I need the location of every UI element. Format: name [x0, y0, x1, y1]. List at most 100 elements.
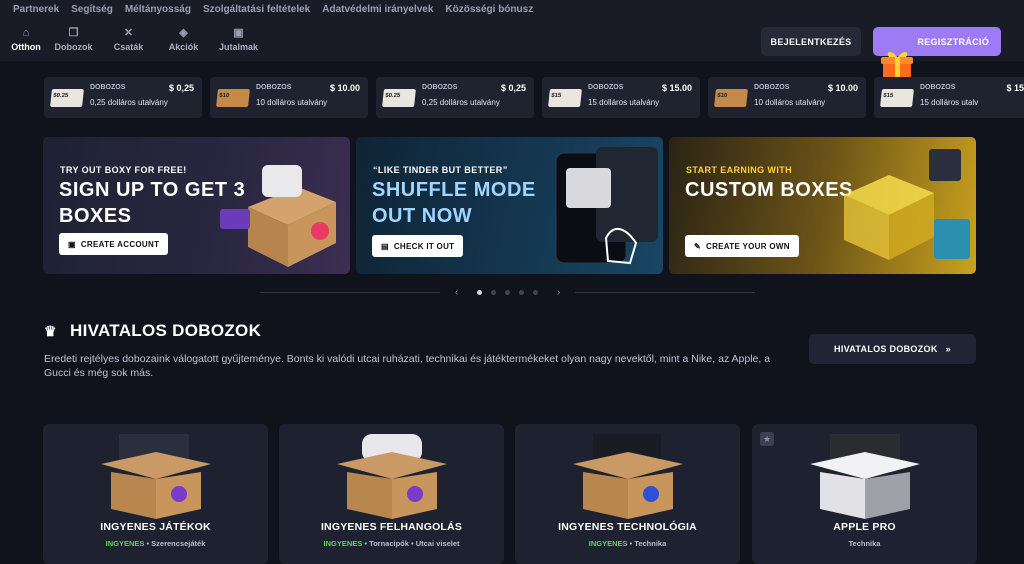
pager-dot[interactable]	[477, 290, 482, 295]
ticker-item-name: 10 dolláros utalvány	[754, 98, 826, 107]
login-button[interactable]: BEJELENTKEZÉS	[761, 27, 861, 56]
box-card-apple-pro[interactable]: ★ APPLE PRO Technika	[752, 424, 977, 564]
link-help[interactable]: Segítség	[71, 4, 113, 15]
nav-rewards-label: Jutalmak	[218, 42, 259, 52]
official-boxes-label: HIVATALOS DOBOZOK	[834, 344, 938, 354]
pager-dot[interactable]	[491, 290, 496, 295]
pager-line-left	[260, 292, 440, 293]
link-partners[interactable]: Partnerek	[13, 4, 59, 15]
card-tag: Szerencsejáték	[151, 539, 206, 548]
box-illustration	[572, 434, 683, 519]
voucher-thumb-label: $15	[882, 93, 894, 99]
nav-home[interactable]: ⌂ Otthon	[6, 27, 46, 52]
ticker-item[interactable]: $10 DOBOZOS $ 10.00 10 dolláros utalvány	[708, 77, 866, 118]
pager-dot[interactable]	[519, 290, 524, 295]
voucher-thumbnail: $10	[714, 89, 748, 107]
link-privacy[interactable]: Adatvédelmi irányelvek	[322, 4, 433, 15]
star-icon[interactable]: ★	[760, 432, 774, 446]
banner-signup-kicker: TRY OUT BOXY FOR FREE!	[60, 165, 187, 175]
box-card-free-games[interactable]: INGYENES JÁTÉKOK INGYENES • Szerencseját…	[43, 424, 268, 564]
create-your-own-button[interactable]: ✎ CREATE YOUR OWN	[685, 235, 799, 257]
ticker-item-name: 15 dolláros utalvány	[588, 98, 660, 107]
banner-shuffle-headline: SHUFFLE MODE OUT NOW	[372, 177, 572, 229]
box-card-free-hype[interactable]: INGYENES FELHANGOLÁS INGYENES • Tornacip…	[279, 424, 504, 564]
ticker-price: $ 10.00	[827, 83, 858, 93]
nav-battles[interactable]: ✕ Csaták	[101, 27, 156, 52]
phone-cards-illustration	[555, 147, 658, 265]
ticker-item-name: 10 dolláros utalvány	[256, 98, 328, 107]
link-terms[interactable]: Szolgáltatási feltételek	[203, 4, 310, 15]
section-description: Eredeti rejtélyes dobozaink válogatott g…	[44, 353, 771, 379]
ticker-category: DOBOZOS	[588, 84, 624, 91]
ticker-category: DOBOZOS	[920, 84, 956, 91]
pager-dot[interactable]	[505, 290, 510, 295]
section-title: HIVATALOS DOBOZOK	[70, 321, 262, 340]
chevron-left-icon[interactable]: ‹	[455, 287, 458, 298]
ticker-category: DOBOZOS	[90, 84, 126, 91]
chevron-right-icon[interactable]: ›	[557, 287, 560, 298]
link-fairness[interactable]: Méltányosság	[125, 4, 191, 15]
ticker-item[interactable]: $15 DOBOZOS $ 15.00 15 dolláros utalvány	[542, 77, 700, 118]
create-account-button[interactable]: ▣ CREATE ACCOUNT	[59, 233, 169, 255]
nav-boxes[interactable]: ❒ Dobozok	[46, 27, 101, 52]
voucher-thumbnail: $15	[548, 89, 582, 107]
create-your-own-label: CREATE YOUR OWN	[706, 241, 790, 251]
box-illustration	[100, 434, 211, 519]
pager-line-right	[575, 292, 755, 293]
official-boxes-button[interactable]: HIVATALOS DOBOZOK »	[809, 334, 976, 364]
voucher-thumb-label: $0.25	[52, 93, 69, 99]
link-community-bonus[interactable]: Közösségi bónusz	[445, 4, 533, 15]
crown-icon: ♛	[44, 322, 57, 339]
ticker-item-name: 15 dolláros utalv	[920, 98, 979, 107]
ticker-item[interactable]: $0.25 DOBOZOS $ 0,25 0,25 dolláros utalvány	[376, 77, 534, 118]
banner-custom[interactable]: START EARNING WITH CUSTOM BOXES ✎ CREATE…	[669, 137, 976, 274]
ticker-price: $ 15.00	[661, 83, 692, 93]
nav-deals-label: Akciók	[168, 42, 199, 52]
nav-boxes-label: Dobozok	[54, 42, 93, 52]
nav-deals[interactable]: ◈ Akciók	[156, 27, 211, 52]
voucher-thumbnail: $15	[880, 89, 914, 107]
box-illustration	[336, 434, 447, 519]
banner-signup[interactable]: TRY OUT BOXY FOR FREE! SIGN UP TO GET 3 …	[43, 137, 350, 274]
boxes-illustration	[220, 165, 336, 267]
ticker-item[interactable]: $10 DOBOZOS $ 10.00 10 dolláros utalvány	[210, 77, 368, 118]
card-tags: INGYENES • Tornacipők • Utcai viselet	[323, 539, 460, 548]
carousel-pager: ‹ ›	[0, 287, 1024, 299]
nav-rewards[interactable]: ▣ Jutalmak	[211, 27, 266, 52]
home-icon: ⌂	[22, 27, 30, 39]
card-tag: Technika	[848, 539, 881, 548]
swords-icon: ✕	[123, 27, 134, 39]
ticker-category: DOBOZOS	[256, 84, 292, 91]
ticker-item-name: 0,25 dolláros utalvány	[422, 98, 500, 107]
card-tag: Tornacipők • Utcai viselet	[369, 539, 460, 548]
create-account-label: CREATE ACCOUNT	[80, 239, 160, 249]
ticker-category: DOBOZOS	[422, 84, 458, 91]
card-tags: INGYENES • Technika	[588, 539, 667, 548]
main-nav: ⌂ Otthon ❒ Dobozok ✕ Csaták ◈ Akciók ▣ J…	[0, 18, 1024, 81]
box-card-free-tech[interactable]: INGYENES TECHNOLÓGIA INGYENES • Technika	[515, 424, 740, 564]
nav-battles-label: Csaták	[113, 42, 144, 52]
banner-shuffle-kicker: “LIKE TINDER BUT BETTER”	[373, 165, 508, 175]
nav-home-label: Otthon	[11, 42, 41, 52]
voucher-thumb-label: $15	[550, 93, 562, 99]
banner-shuffle-headline-text: SHUFFLE MODE OUT NOW	[372, 179, 536, 227]
banner-shuffle[interactable]: “LIKE TINDER BUT BETTER” SHUFFLE MODE OU…	[356, 137, 663, 274]
ticker-item[interactable]: $0.25 DOBOZOS $ 0,25 0,25 dolláros utalvány	[44, 77, 202, 118]
card-tags: INGYENES • Szerencsejáték	[105, 539, 206, 548]
ticker-price: $ 0,25	[168, 83, 194, 93]
free-badge: INGYENES	[323, 539, 363, 548]
pager-dot[interactable]	[533, 290, 538, 295]
card-tags: Technika	[752, 539, 977, 548]
free-badge: INGYENES	[588, 539, 628, 548]
voucher-thumb-label: $10	[716, 93, 728, 99]
ticker-item-name: 0,25 dolláros utalvány	[90, 98, 168, 107]
ticker-item[interactable]: $15 DOBOZOS $ 15 15 dolláros utalv	[874, 77, 1024, 118]
card-title: INGYENES JÁTÉKOK	[100, 521, 211, 533]
top-links-bar: Partnerek Segítség Méltányosság Szolgált…	[0, 0, 1024, 18]
gift-icon: ▣	[233, 27, 244, 39]
check-it-out-button[interactable]: ▤ CHECK IT OUT	[372, 235, 464, 257]
voucher-thumbnail: $0.25	[50, 89, 84, 107]
glass-boxes-illustration	[844, 149, 970, 260]
section-header: ♛ HIVATALOS DOBOZOK	[44, 321, 261, 341]
ticker-category: DOBOZOS	[754, 84, 790, 91]
